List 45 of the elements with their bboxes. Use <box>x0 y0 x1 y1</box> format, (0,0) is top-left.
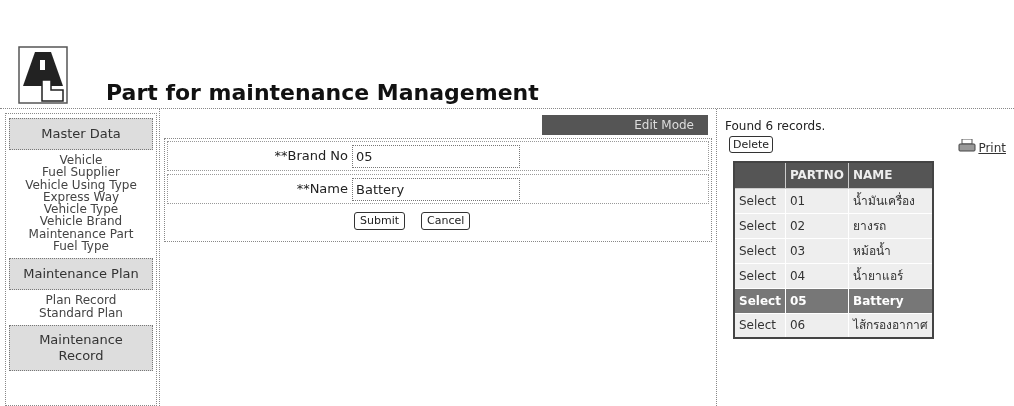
section-button[interactable]: Maintenance Plan <box>9 258 153 291</box>
section-button[interactable]: Master Data <box>9 118 153 150</box>
menu-link[interactable]: Fuel Type <box>6 240 156 253</box>
printer-icon[interactable] <box>958 139 977 153</box>
table-cell: 06 <box>789 318 806 333</box>
input-field[interactable]: Battery <box>352 177 520 201</box>
table-cell: Battery <box>853 293 904 308</box>
table-row[interactable]: Select 03 หม้อน้ำ <box>734 238 933 263</box>
column-header: PARTNO <box>785 162 849 188</box>
table-cell: 02 <box>789 218 806 233</box>
table-row[interactable]: Select 05 Battery <box>734 288 933 313</box>
field-label: **Name <box>295 180 349 199</box>
table-cell: น้ำยาแอร์ <box>853 268 903 283</box>
table-cell: 03 <box>789 243 806 258</box>
table-cell: 01 <box>789 193 806 208</box>
table-row[interactable]: Select 02 ยางรถ <box>734 213 933 238</box>
mode-label: Edit Mode <box>542 115 708 135</box>
section-button[interactable]: Maintenance Record <box>9 324 153 371</box>
print-link[interactable]: Print <box>978 139 1006 157</box>
table-cell: น้ำมันเครื่อง <box>853 193 915 208</box>
menu-link[interactable]: Vehicle Type <box>6 203 156 216</box>
menu-link[interactable]: Plan Record <box>6 294 156 307</box>
menu-link[interactable]: Vehicle <box>6 154 156 167</box>
page-title: Part for maintenance Management <box>106 82 539 106</box>
menu-link[interactable]: Fuel Supplier <box>6 166 156 179</box>
form-button[interactable]: Cancel <box>421 212 471 230</box>
table-row[interactable]: Select 04 น้ำยาแอร์ <box>734 263 933 288</box>
record-count: Found 6 records. <box>725 118 826 135</box>
table-row[interactable]: Select 01 น้ำมันเครื่อง <box>734 188 933 213</box>
form-button[interactable]: Submit <box>354 212 406 230</box>
table-cell: 05 <box>789 293 807 308</box>
menu-link[interactable]: Standard Plan <box>6 306 156 319</box>
delete-button[interactable]: Delete <box>729 136 774 153</box>
table-cell: 04 <box>789 268 806 283</box>
field-label: **Brand No <box>273 147 349 166</box>
input-field[interactable]: 05 <box>352 144 520 168</box>
table-cell: หม้อน้ำ <box>853 243 891 258</box>
table-cell: ไส้กรองอากาศ <box>853 318 928 333</box>
menu-link[interactable]: Vehicle Brand <box>6 215 156 228</box>
logo-icon <box>18 46 68 104</box>
header-cell <box>734 162 786 188</box>
table-cell: ยางรถ <box>853 218 886 233</box>
table-row[interactable]: Select 06 ไส้กรองอากาศ <box>734 313 933 338</box>
menu-link[interactable]: Vehicle Using Type <box>6 178 156 191</box>
menu-link[interactable]: Maintenance Part <box>6 227 156 241</box>
